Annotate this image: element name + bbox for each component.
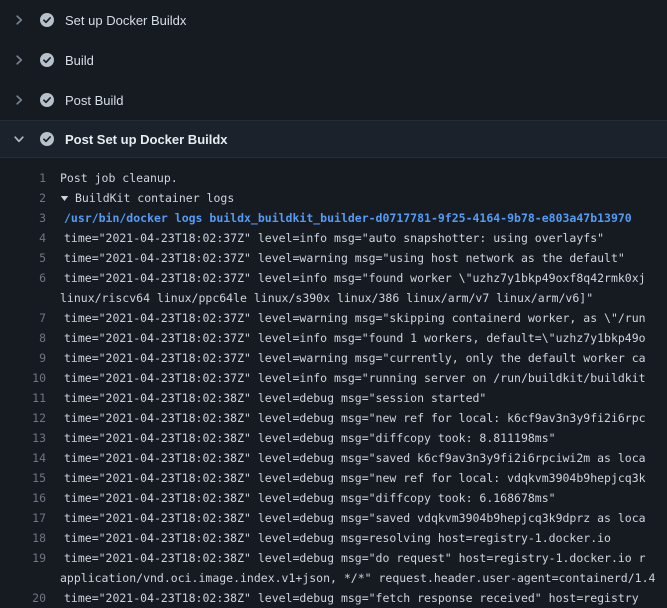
log-line-number[interactable]: 2	[0, 188, 46, 208]
log-line: 12time="2021-04-23T18:02:38Z" level=debu…	[0, 408, 667, 428]
log-group-toggle[interactable]: BuildKit container logs	[46, 188, 667, 208]
log-line-text: Post job cleanup.	[46, 168, 667, 188]
step-label: Post Set up Docker Buildx	[65, 132, 228, 147]
log-command-text: /usr/bin/docker logs buildx_buildkit_bui…	[46, 208, 667, 228]
log-line-number[interactable]: 10	[0, 368, 46, 388]
log-line: 13time="2021-04-23T18:02:38Z" level=debu…	[0, 428, 667, 448]
log-line-text: time="2021-04-23T18:02:38Z" level=debug …	[46, 448, 667, 468]
log-line-text: time="2021-04-23T18:02:38Z" level=debug …	[46, 488, 667, 508]
log-line: 15time="2021-04-23T18:02:38Z" level=debu…	[0, 468, 667, 488]
chevron-right-wrap	[12, 94, 26, 106]
log-line-text: time="2021-04-23T18:02:38Z" level=debug …	[46, 508, 667, 528]
log-line: 7time="2021-04-23T18:02:37Z" level=warni…	[0, 308, 667, 328]
log-line-number[interactable]	[0, 568, 46, 588]
step-status-check	[39, 52, 55, 68]
log-line-number[interactable]	[0, 288, 46, 308]
log-line-text: time="2021-04-23T18:02:37Z" level=info m…	[46, 368, 667, 388]
log-line: 2 BuildKit container logs	[0, 188, 667, 208]
log-line-number[interactable]: 1	[0, 168, 46, 188]
chevron-right-wrap	[12, 14, 26, 26]
log-line-text: time="2021-04-23T18:02:37Z" level=warnin…	[46, 248, 667, 268]
log-group-label: BuildKit container logs	[75, 188, 234, 208]
step-label: Post Build	[65, 93, 124, 108]
log-line: 19time="2021-04-23T18:02:38Z" level=debu…	[0, 548, 667, 568]
log-line-number[interactable]: 16	[0, 488, 46, 508]
log-line: application/vnd.oci.image.index.v1+json,…	[0, 568, 667, 588]
step-status-check	[39, 92, 55, 108]
log-line-text: application/vnd.oci.image.index.v1+json,…	[46, 568, 667, 588]
log-line-text: time="2021-04-23T18:02:38Z" level=debug …	[46, 408, 667, 428]
check-circle-icon	[39, 12, 55, 28]
step-header-set-up-docker-buildx[interactable]: Set up Docker Buildx	[0, 0, 667, 40]
log-line-number[interactable]: 8	[0, 328, 46, 348]
log-line: 18time="2021-04-23T18:02:38Z" level=debu…	[0, 528, 667, 548]
log-line-text: time="2021-04-23T18:02:37Z" level=warnin…	[46, 308, 667, 328]
log-line: 20time="2021-04-23T18:02:38Z" level=debu…	[0, 588, 667, 608]
step-label: Set up Docker Buildx	[65, 13, 186, 28]
log-line: 4time="2021-04-23T18:02:37Z" level=info …	[0, 228, 667, 248]
log-line-number[interactable]: 17	[0, 508, 46, 528]
log-line-number[interactable]: 18	[0, 528, 46, 548]
step-label: Build	[65, 53, 94, 68]
log-line-number[interactable]: 19	[0, 548, 46, 568]
log-line-number[interactable]: 12	[0, 408, 46, 428]
log-line-text: time="2021-04-23T18:02:38Z" level=debug …	[46, 428, 667, 448]
log-line: 11time="2021-04-23T18:02:38Z" level=debu…	[0, 388, 667, 408]
log-line: 16time="2021-04-23T18:02:38Z" level=debu…	[0, 488, 667, 508]
chevron-down-wrap	[12, 133, 26, 145]
log-line-number[interactable]: 13	[0, 428, 46, 448]
log-line: 5time="2021-04-23T18:02:37Z" level=warni…	[0, 248, 667, 268]
log-line-text: time="2021-04-23T18:02:38Z" level=debug …	[46, 588, 667, 608]
log-line: 9time="2021-04-23T18:02:37Z" level=warni…	[0, 348, 667, 368]
steps-list: Set up Docker Buildx Build Post Build Post …	[0, 0, 667, 158]
log-line: 10time="2021-04-23T18:02:37Z" level=info…	[0, 368, 667, 388]
log-line-text: linux/riscv64 linux/ppc64le linux/s390x …	[46, 288, 667, 308]
chevron-right-icon	[13, 14, 25, 26]
log-line: 6time="2021-04-23T18:02:37Z" level=info …	[0, 268, 667, 288]
actions-log-viewer: { "colors": { "background": "#161b22", "…	[0, 0, 667, 600]
group-toggle-triangle	[60, 194, 69, 203]
log-line: linux/riscv64 linux/ppc64le linux/s390x …	[0, 288, 667, 308]
step-header-build[interactable]: Build	[0, 40, 667, 80]
log-line-text: time="2021-04-23T18:02:37Z" level=info m…	[46, 328, 667, 348]
log-line-number[interactable]: 14	[0, 448, 46, 468]
log-line-number[interactable]: 4	[0, 228, 46, 248]
log-line-number[interactable]: 20	[0, 588, 46, 608]
log-line-text: time="2021-04-23T18:02:37Z" level=info m…	[46, 228, 667, 248]
log-body: 1Post job cleanup.2 BuildKit container lo…	[0, 158, 667, 608]
log-line-number[interactable]: 9	[0, 348, 46, 368]
step-status-check	[39, 12, 55, 28]
log-line-text: time="2021-04-23T18:02:38Z" level=debug …	[46, 388, 667, 408]
log-line-text: time="2021-04-23T18:02:37Z" level=warnin…	[46, 348, 667, 368]
log-line-number[interactable]: 3	[0, 208, 46, 228]
log-line: 1Post job cleanup.	[0, 168, 667, 188]
log-line-text: time="2021-04-23T18:02:37Z" level=info m…	[46, 268, 667, 288]
log-line-text: time="2021-04-23T18:02:38Z" level=debug …	[46, 528, 667, 548]
log-line-number[interactable]: 6	[0, 268, 46, 288]
check-circle-icon	[39, 92, 55, 108]
log-line: 17time="2021-04-23T18:02:38Z" level=debu…	[0, 508, 667, 528]
log-line: 14time="2021-04-23T18:02:38Z" level=debu…	[0, 448, 667, 468]
step-header-post-build[interactable]: Post Build	[0, 80, 667, 120]
log-line: 3/usr/bin/docker logs buildx_buildkit_bu…	[0, 208, 667, 228]
check-circle-icon	[39, 131, 55, 147]
chevron-right-wrap	[12, 54, 26, 66]
log-line-number[interactable]: 7	[0, 308, 46, 328]
chevron-right-icon	[13, 94, 25, 106]
chevron-right-icon	[13, 54, 25, 66]
log-line-text: time="2021-04-23T18:02:38Z" level=debug …	[46, 468, 667, 488]
step-header-post-set-up-docker-buildx[interactable]: Post Set up Docker Buildx	[0, 120, 667, 158]
log-line-number[interactable]: 15	[0, 468, 46, 488]
chevron-down-icon	[13, 133, 25, 145]
step-status-check	[39, 131, 55, 147]
check-circle-icon	[39, 52, 55, 68]
log-line-number[interactable]: 11	[0, 388, 46, 408]
log-line-text: time="2021-04-23T18:02:38Z" level=debug …	[46, 548, 667, 568]
log-line-number[interactable]: 5	[0, 248, 46, 268]
log-line: 8time="2021-04-23T18:02:37Z" level=info …	[0, 328, 667, 348]
group-toggle-triangle-icon	[60, 194, 69, 203]
